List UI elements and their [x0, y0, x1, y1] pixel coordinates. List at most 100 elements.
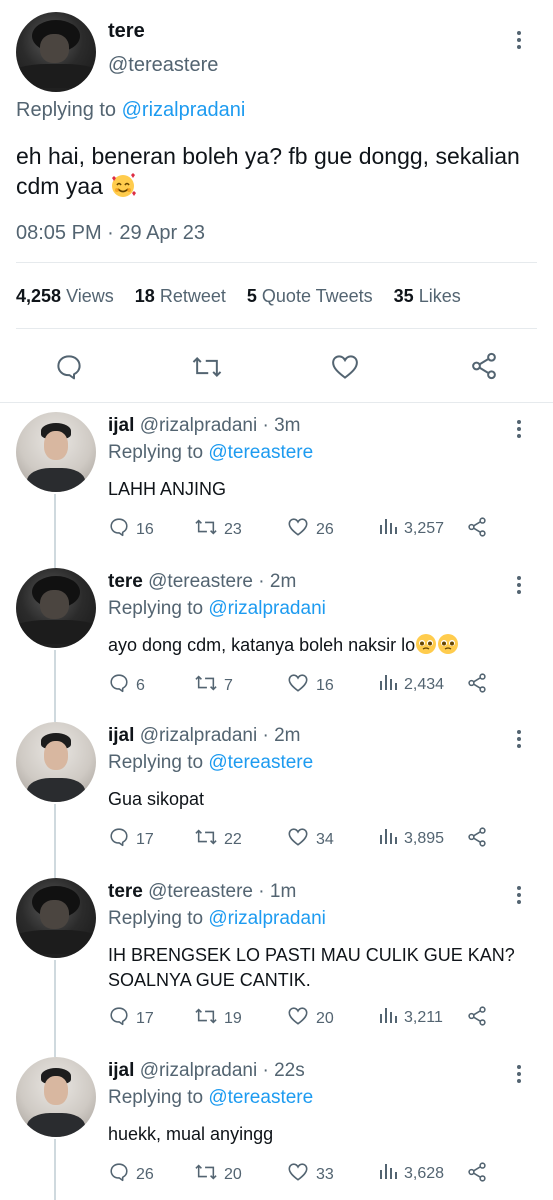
thread-line: [54, 1139, 56, 1200]
more-options-icon[interactable]: [517, 573, 523, 597]
reply-tweet[interactable]: ijal @rizalpradani · 2m Replying to @ter…: [0, 722, 553, 878]
reply-tweet[interactable]: tere @tereastere · 2m Replying to @rizal…: [0, 568, 553, 722]
user-handle[interactable]: @rizalpradani: [140, 415, 258, 436]
retweet-button[interactable]: 7: [194, 672, 233, 699]
share-button[interactable]: [466, 1005, 494, 1032]
reply-button[interactable]: 16: [108, 516, 154, 543]
views-button[interactable]: 3,211: [378, 1005, 443, 1030]
like-icon: [286, 516, 316, 543]
reply-text-content: Gua sikopat: [108, 789, 205, 809]
display-name[interactable]: ijal: [108, 725, 134, 746]
retweet-icon[interactable]: [191, 352, 223, 387]
retweet-button[interactable]: 22: [194, 826, 242, 853]
avatar[interactable]: [16, 12, 96, 92]
user-handle[interactable]: @tereastere: [148, 571, 253, 592]
display-name[interactable]: tere: [108, 20, 145, 43]
reply-button[interactable]: 17: [108, 826, 154, 853]
divider: [16, 328, 537, 329]
thread-line: [54, 494, 56, 568]
share-button[interactable]: [466, 516, 494, 543]
tweet-time[interactable]: · 2m: [258, 571, 296, 592]
retweet-button[interactable]: 23: [194, 516, 242, 543]
thread-line: [54, 650, 56, 722]
share-icon: [466, 516, 494, 543]
replying-prefix: Replying to: [108, 908, 204, 929]
retweet-stat[interactable]: 18 Retweet: [135, 286, 226, 306]
more-options-icon[interactable]: [517, 727, 523, 751]
tweet-time[interactable]: · 22s: [262, 1060, 304, 1081]
user-handle[interactable]: @rizalpradani: [140, 725, 258, 746]
reply-button[interactable]: 17: [108, 1005, 154, 1032]
share-button[interactable]: [466, 1161, 494, 1188]
tweet-time[interactable]: · 3m: [262, 415, 300, 436]
user-handle[interactable]: @tereastere: [108, 54, 218, 77]
replying-to-link[interactable]: @tereastere: [208, 752, 313, 773]
more-options-icon[interactable]: [517, 28, 523, 52]
replying-to-link[interactable]: @rizalpradani: [208, 598, 326, 619]
like-button[interactable]: 16: [286, 672, 334, 699]
avatar[interactable]: [16, 878, 96, 958]
more-options-icon[interactable]: [517, 883, 523, 907]
replying-prefix: Replying to: [108, 442, 204, 463]
views-icon: [378, 1161, 404, 1186]
quote-stat[interactable]: 5 Quote Tweets: [247, 286, 373, 306]
avatar[interactable]: [16, 568, 96, 648]
retweet-button[interactable]: 19: [194, 1005, 242, 1032]
views-stat[interactable]: 4,258 Views: [16, 286, 114, 306]
tweet-time[interactable]: · 2m: [262, 725, 300, 746]
avatar[interactable]: [16, 1057, 96, 1137]
reply-tweet[interactable]: tere @tereastere · 1m Replying to @rizal…: [0, 878, 553, 1057]
tweet-time[interactable]: · 1m: [258, 881, 296, 902]
like-button[interactable]: 33: [286, 1161, 334, 1188]
reply-tweet[interactable]: ijal @rizalpradani · 22s Replying to @te…: [0, 1057, 553, 1200]
thread-line: [54, 960, 56, 1057]
reply-icon[interactable]: [54, 352, 84, 387]
reply-button[interactable]: 6: [108, 672, 145, 699]
share-icon[interactable]: [469, 351, 499, 386]
like-button[interactable]: 20: [286, 1005, 334, 1032]
user-handle[interactable]: @tereastere: [148, 881, 253, 902]
reply-icon: [108, 1005, 136, 1032]
display-name[interactable]: tere: [108, 881, 143, 902]
reply-header: tere @tereastere · 1m: [108, 881, 296, 903]
smiling-face-with-hearts-icon: [109, 171, 137, 206]
reply-button[interactable]: 26: [108, 1161, 154, 1188]
views-button[interactable]: 2,434: [378, 672, 444, 697]
retweet-icon: [194, 1005, 224, 1032]
display-name[interactable]: tere: [108, 571, 143, 592]
reply-text: ayo dong cdm, katanya boleh naksir lo: [108, 633, 528, 658]
like-button[interactable]: 26: [286, 516, 334, 543]
reply-header: tere @tereastere · 2m: [108, 571, 296, 593]
display-name[interactable]: ijal: [108, 1060, 134, 1081]
replying-prefix: Replying to: [108, 598, 204, 619]
like-count: 16: [316, 676, 334, 694]
reply-actions: 6 7 16 2,434: [108, 672, 528, 696]
replying-to-link[interactable]: @rizalpradani: [208, 908, 326, 929]
more-options-icon[interactable]: [517, 1062, 523, 1086]
replying-to-link[interactable]: @rizalpradani: [122, 99, 246, 121]
views-button[interactable]: 3,628: [378, 1161, 444, 1186]
like-icon[interactable]: [330, 352, 360, 387]
like-button[interactable]: 34: [286, 826, 334, 853]
share-icon: [466, 826, 494, 853]
views-button[interactable]: 3,895: [378, 826, 444, 851]
views-button[interactable]: 3,257: [378, 516, 444, 541]
avatar[interactable]: [16, 412, 96, 492]
replying-to-link[interactable]: @tereastere: [208, 1087, 313, 1108]
reply-tweet[interactable]: ijal @rizalpradani · 3m Replying to @ter…: [0, 412, 553, 568]
reply-count: 6: [136, 676, 145, 694]
replying-to-link[interactable]: @tereastere: [208, 442, 313, 463]
more-options-icon[interactable]: [517, 417, 523, 441]
user-handle[interactable]: @rizalpradani: [140, 1060, 258, 1081]
avatar[interactable]: [16, 722, 96, 802]
divider: [16, 262, 537, 263]
display-name[interactable]: ijal: [108, 415, 134, 436]
retweet-button[interactable]: 20: [194, 1161, 242, 1188]
tweet-timestamp[interactable]: 08:05 PM · 29 Apr 23: [16, 222, 205, 245]
pleading-face-icon: [415, 634, 459, 655]
reply-text: LAHH ANJING: [108, 477, 528, 502]
likes-stat[interactable]: 35 Likes: [394, 286, 461, 306]
share-button[interactable]: [466, 826, 494, 853]
share-button[interactable]: [466, 672, 494, 699]
thread-line: [54, 804, 56, 878]
